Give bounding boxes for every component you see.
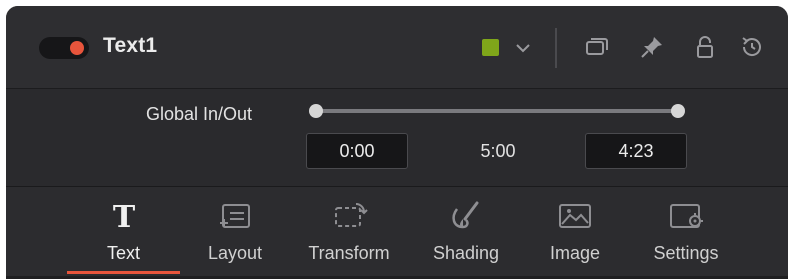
versions-icon[interactable] [583, 33, 611, 61]
global-inout-label: Global In/Out [146, 104, 253, 124]
tab-label: Layout [207, 243, 263, 263]
shading-brush-icon [452, 201, 479, 229]
tab-label: Text [106, 243, 140, 263]
tab-text[interactable]: T Text [67, 187, 180, 279]
toggle-knob [70, 41, 84, 55]
tab-image[interactable]: Image [530, 187, 620, 279]
inspector-tabs: T Text Layout Transform Shading Image Se… [6, 187, 788, 279]
text-t-icon: T [112, 200, 135, 233]
lock-icon[interactable] [691, 33, 719, 61]
active-tab-indicator [67, 271, 180, 274]
enable-toggle[interactable] [39, 37, 89, 59]
pin-icon[interactable] [638, 33, 666, 61]
inspector-header: Text1 [6, 6, 788, 89]
header-divider [555, 28, 557, 68]
chevron-down-icon[interactable] [510, 35, 536, 61]
inspector-panel: Text1 Global In/Out 0:00 5:00 4:23 T Tex… [6, 6, 788, 279]
tab-label: Transform [308, 243, 390, 263]
tab-layout[interactable]: Layout [190, 187, 280, 279]
global-inout-panel: Global In/Out 0:00 5:00 4:23 [6, 89, 788, 187]
color-swatch[interactable] [482, 39, 499, 56]
tab-settings[interactable]: Settings [636, 187, 736, 279]
tab-shading[interactable]: Shading [416, 187, 516, 279]
in-point-handle[interactable] [309, 104, 323, 118]
image-icon [559, 204, 591, 228]
tab-label: Shading [432, 243, 500, 263]
tab-label: Image [549, 243, 601, 263]
settings-icon [670, 204, 703, 228]
svg-text:T: T [112, 200, 135, 233]
node-title: Text1 [103, 34, 158, 57]
reset-icon[interactable] [738, 33, 766, 61]
transform-icon [335, 203, 368, 227]
out-timecode-field[interactable]: 4:23 [585, 133, 687, 169]
tab-transform[interactable]: Transform [290, 187, 408, 279]
layout-icon [220, 204, 250, 228]
in-timecode-field[interactable]: 0:00 [306, 133, 408, 169]
tab-label: Settings [653, 243, 719, 263]
inout-range-track[interactable] [316, 109, 678, 113]
duration-value: 5:00 [480, 141, 516, 161]
out-point-handle[interactable] [671, 104, 685, 118]
